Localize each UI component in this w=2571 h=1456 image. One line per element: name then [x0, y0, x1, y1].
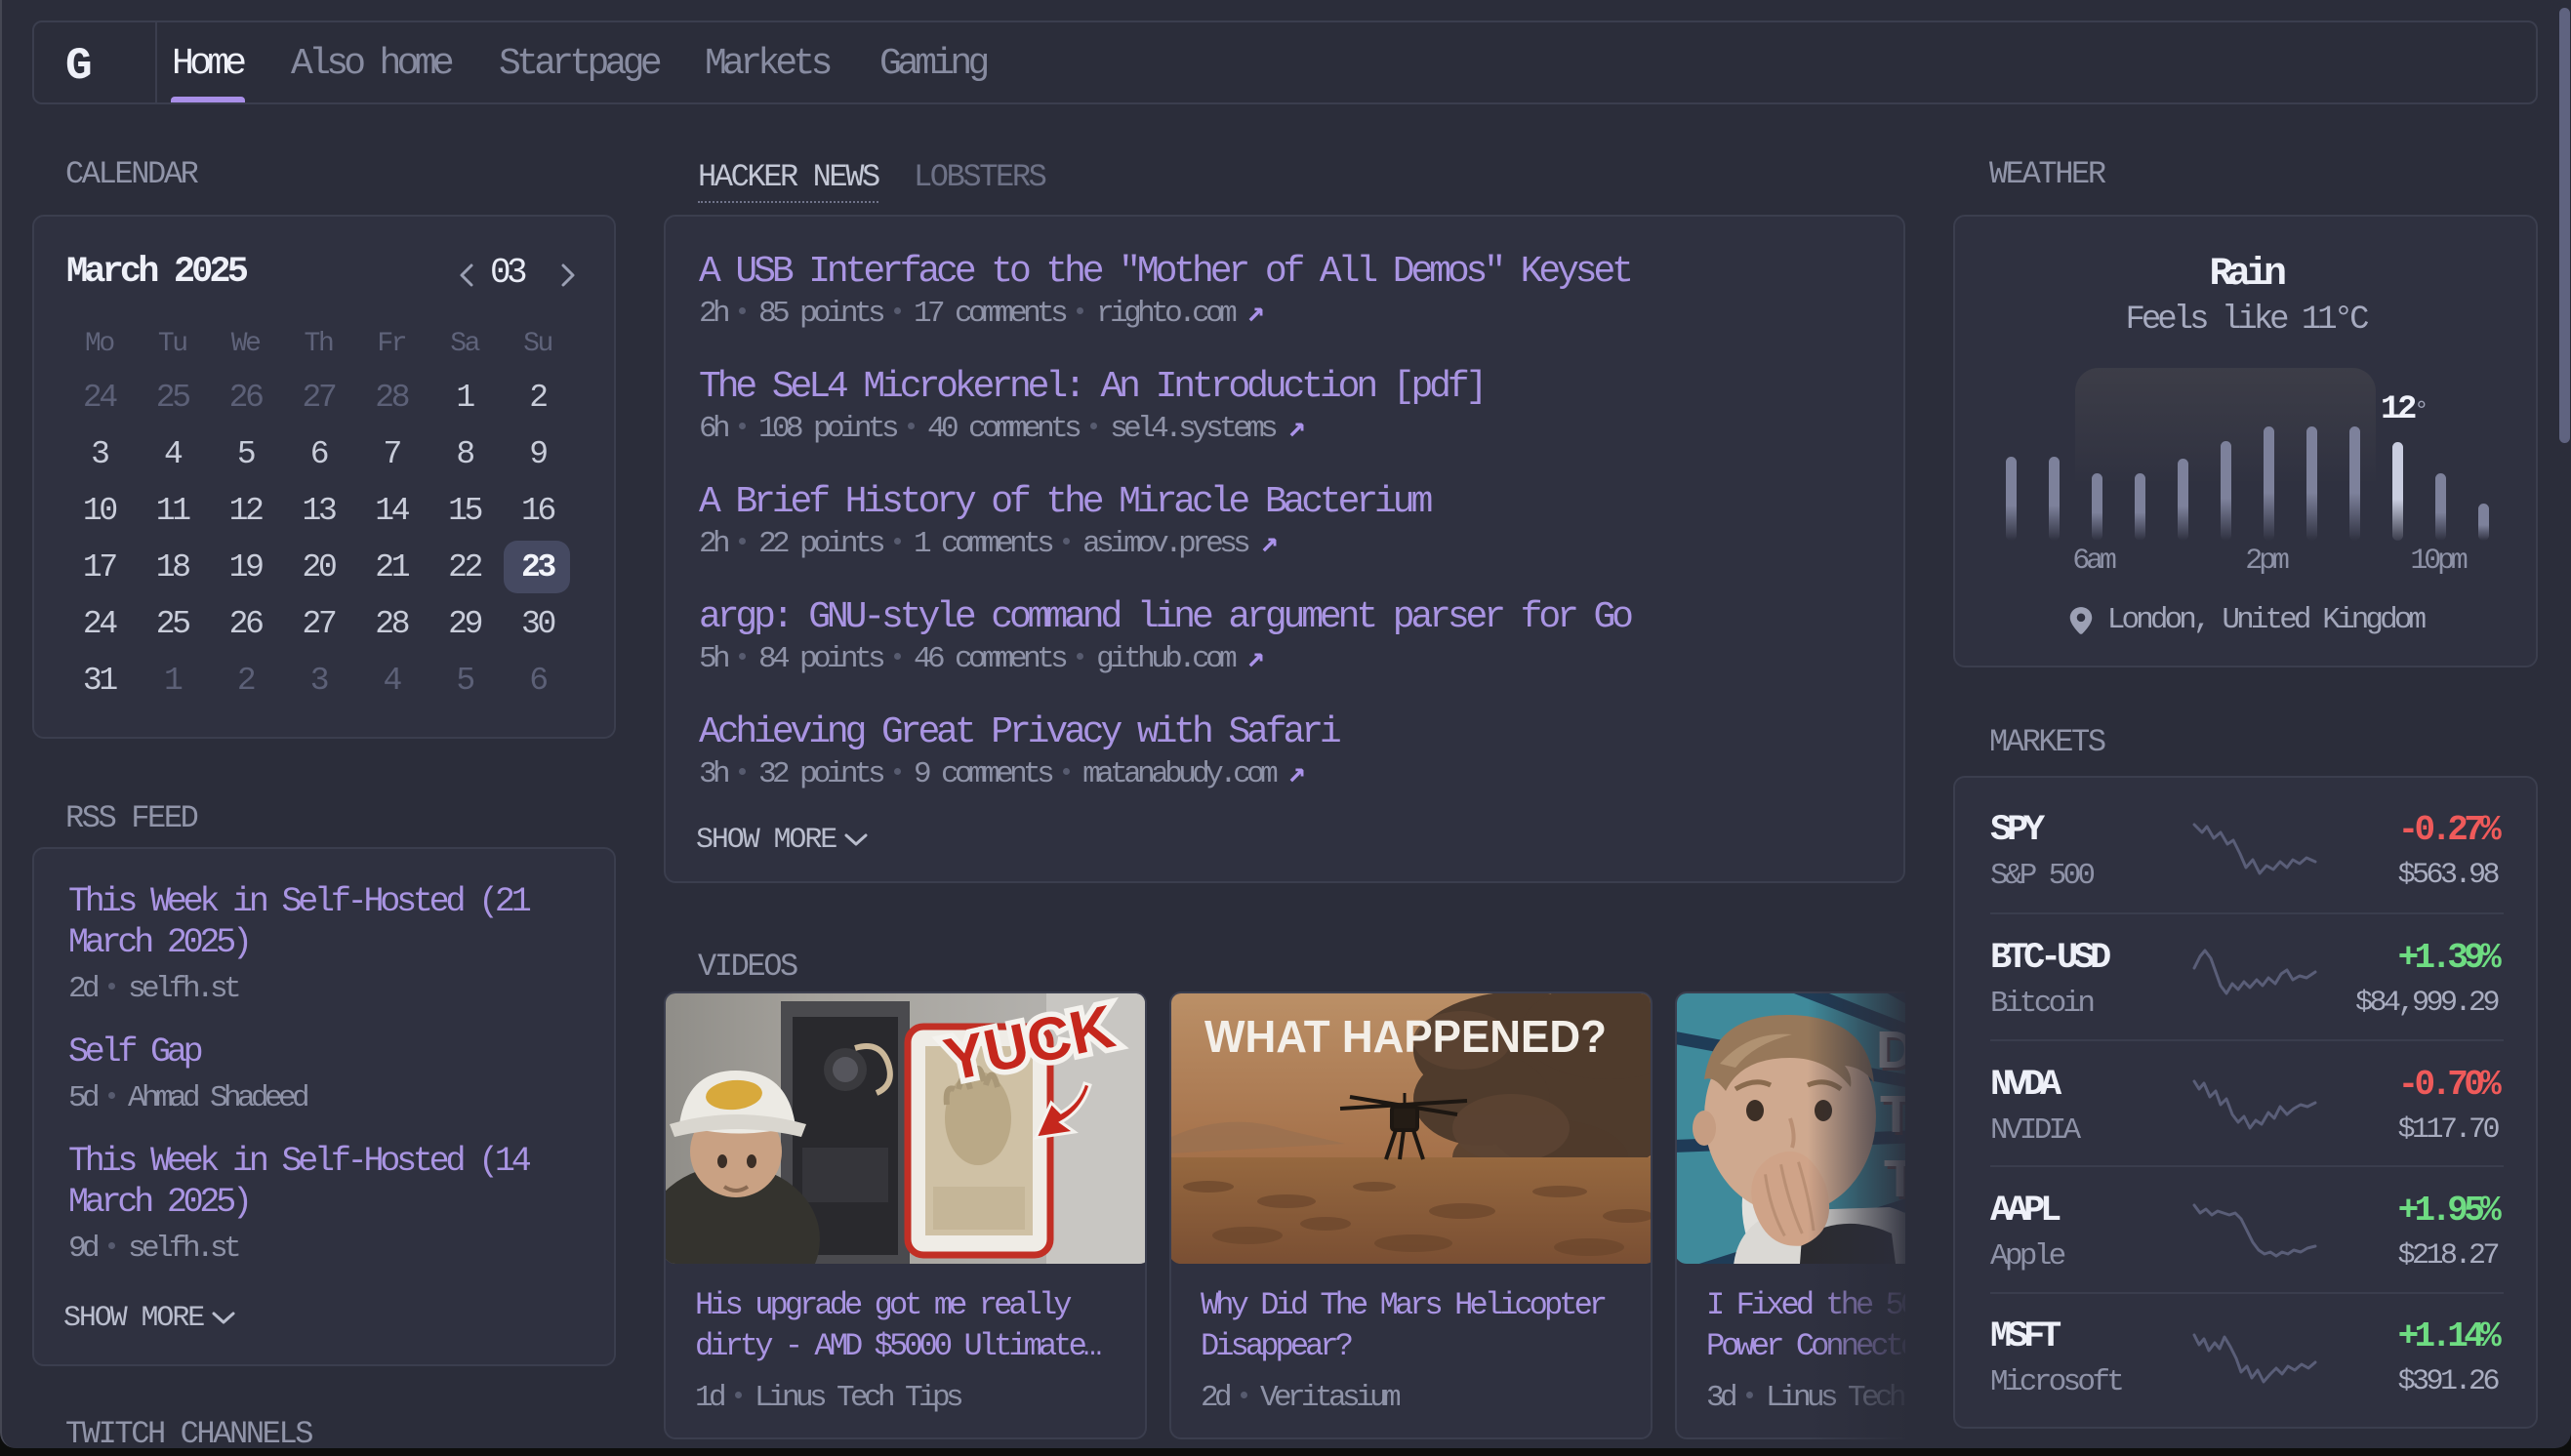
svg-text:WHAT HAPPENED?: WHAT HAPPENED? [1204, 1011, 1607, 1062]
